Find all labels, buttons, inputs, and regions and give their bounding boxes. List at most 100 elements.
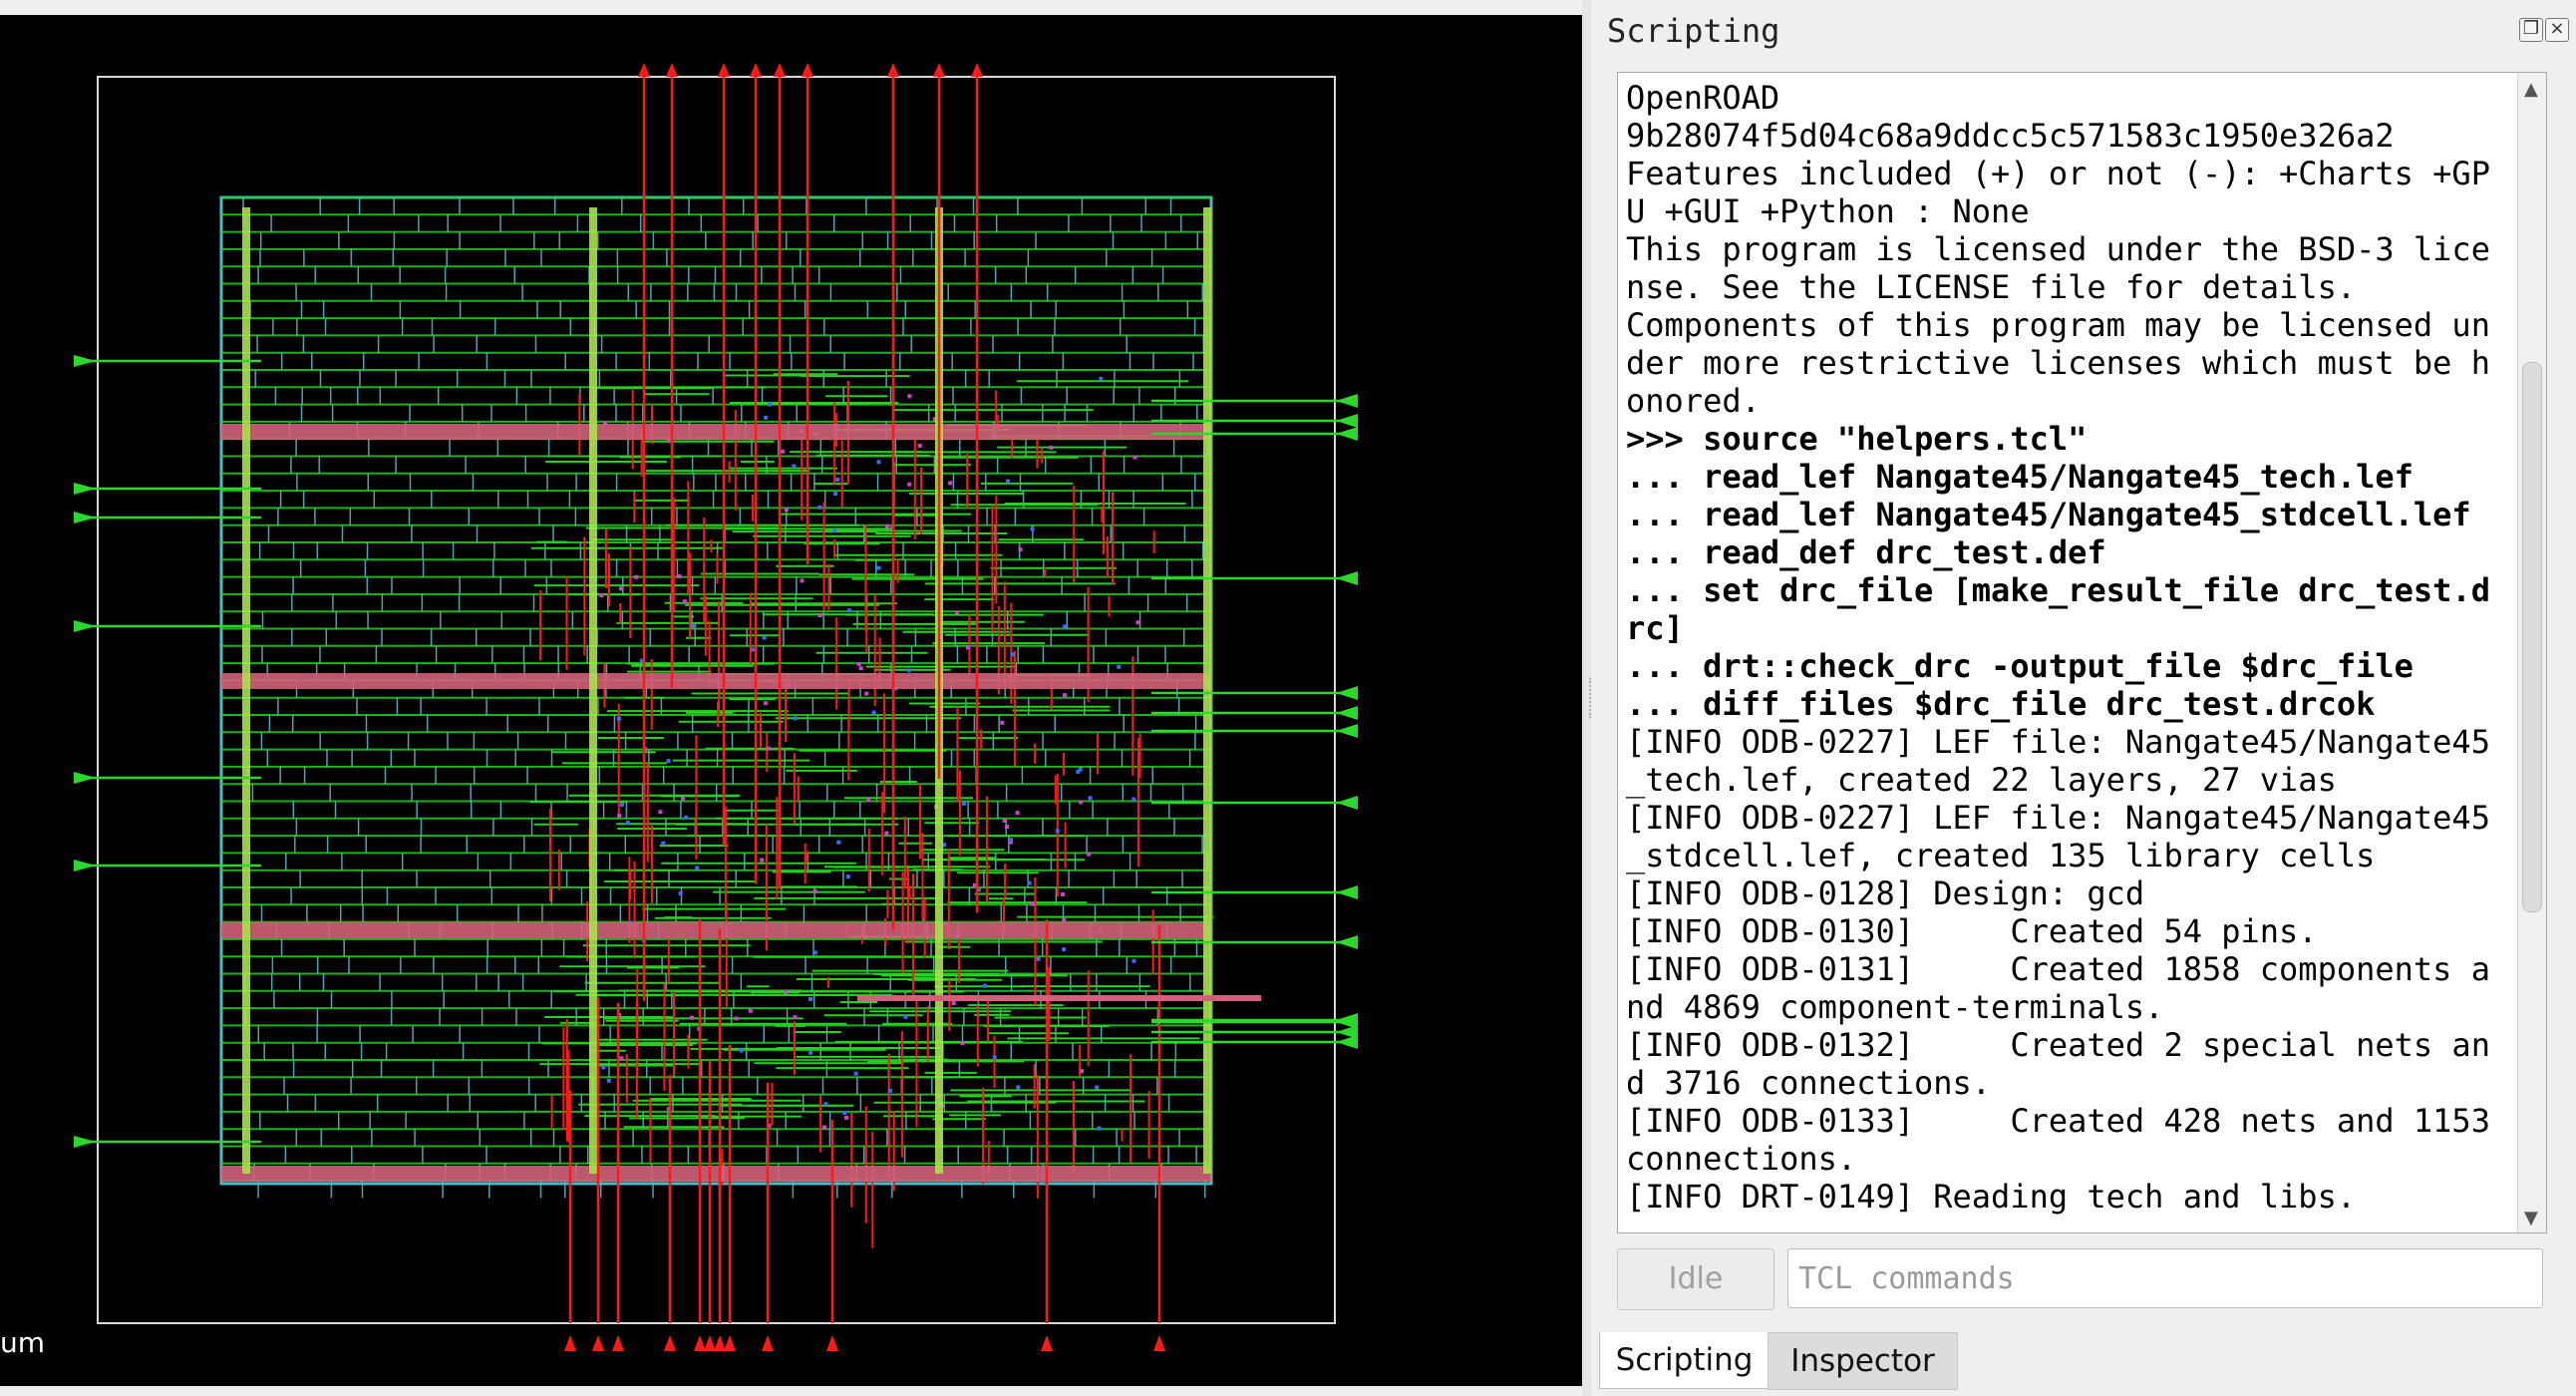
pin-top	[718, 63, 730, 77]
via	[1010, 652, 1015, 657]
pin-bottom	[592, 1335, 604, 1351]
output-line: Components of this program may be licens…	[1626, 306, 2490, 420]
via	[960, 1040, 965, 1045]
via	[1080, 1069, 1084, 1074]
pin-bottom	[1153, 1335, 1165, 1351]
layout-canvas[interactable]	[0, 15, 1582, 1386]
pin-left	[74, 512, 96, 524]
pin-top	[638, 63, 650, 77]
via	[780, 449, 785, 454]
output-line: OpenROAD	[1626, 79, 1780, 117]
pin-top	[666, 63, 678, 77]
via	[1062, 624, 1067, 629]
via	[748, 1008, 753, 1013]
script-output[interactable]: OpenROAD 9b28074f5d04c68a9ddcc5c571583c19…	[1617, 72, 2547, 1233]
pin-bottom	[1041, 1335, 1053, 1351]
via	[680, 796, 685, 801]
pin-bottom	[612, 1335, 624, 1351]
via	[606, 1078, 611, 1083]
via	[917, 443, 922, 448]
pin-right	[1336, 571, 1358, 585]
via	[1018, 547, 1023, 552]
pin-right	[1336, 935, 1358, 949]
via	[906, 668, 911, 673]
output-line: [INFO DRT-0149] Reading tech and libs.	[1626, 1178, 2357, 1216]
pin-right	[1336, 724, 1358, 738]
via	[983, 983, 988, 988]
via	[1097, 1126, 1102, 1131]
via	[844, 1115, 848, 1120]
output-line: ... read_def drc_test.def	[1626, 533, 2106, 571]
via	[695, 866, 700, 871]
via	[1030, 526, 1035, 531]
via	[619, 802, 624, 807]
via	[871, 710, 876, 715]
pin-bottom	[694, 1335, 706, 1351]
via	[1062, 917, 1067, 922]
core-outline	[219, 195, 1213, 1186]
output-line: ... set drc_file [make_result_file drc_t…	[1626, 571, 2490, 647]
power-rail	[221, 424, 1211, 440]
via	[1016, 1085, 1021, 1090]
power-stripe	[242, 207, 250, 1174]
via	[1015, 811, 1020, 816]
via	[1132, 455, 1137, 460]
via	[821, 1125, 826, 1130]
scroll-down-icon[interactable]: ▼	[2524, 1208, 2538, 1228]
pin-left	[74, 355, 96, 367]
output-line: This program is licensed under the BSD-3…	[1626, 230, 2490, 306]
output-line: >>> source "helpers.tcl"	[1626, 420, 2088, 458]
pin-right	[1336, 394, 1358, 408]
via	[619, 1056, 624, 1061]
via	[661, 841, 666, 846]
scroll-thumb[interactable]	[2522, 362, 2542, 912]
via	[817, 505, 822, 510]
idle-button[interactable]: Idle	[1617, 1248, 1774, 1310]
via	[1095, 1085, 1100, 1090]
via	[954, 610, 959, 615]
power-stripe	[1203, 207, 1211, 1174]
via	[948, 481, 953, 486]
via	[853, 1071, 858, 1076]
via	[760, 858, 765, 863]
tcl-command-input[interactable]	[1787, 1248, 2543, 1308]
via	[734, 1016, 739, 1021]
via	[751, 647, 755, 652]
via	[619, 586, 623, 591]
via	[616, 716, 621, 721]
scripting-dock: Scripting ❐ × OpenROAD 9b28074f5d04c68a9d…	[1592, 0, 2576, 1396]
scroll-up-icon[interactable]: ▲	[2524, 79, 2538, 100]
tab-scripting[interactable]: Scripting	[1599, 1332, 1770, 1389]
via	[666, 759, 671, 764]
float-icon[interactable]: ❐	[2519, 18, 2543, 42]
power-rail	[221, 1166, 1211, 1182]
power-stripe	[589, 207, 597, 1174]
via	[876, 565, 881, 570]
tab-inspector[interactable]: Inspector	[1768, 1332, 1958, 1390]
via	[1049, 445, 1054, 450]
via	[625, 821, 630, 826]
output-line: [INFO ODB-0133] Created 428 nets and 115…	[1626, 1102, 2510, 1178]
pin-top	[933, 63, 945, 77]
output-line: 9b28074f5d04c68a9ddcc5c571583c1950e326a2	[1626, 117, 2395, 155]
via	[1002, 818, 1007, 823]
via	[1027, 880, 1032, 885]
close-icon[interactable]: ×	[2545, 18, 2569, 42]
via	[1131, 958, 1136, 963]
dock-title: Scripting	[1607, 12, 1780, 50]
pin-bottom	[826, 1335, 838, 1351]
pin-bottom	[724, 1335, 736, 1351]
via	[1000, 720, 1005, 725]
via	[684, 816, 689, 820]
output-line: [INFO ODB-0128] Design: gcd	[1626, 874, 2145, 912]
pin-top	[971, 63, 983, 77]
via	[1131, 797, 1136, 802]
via	[1005, 479, 1010, 484]
layout-viewer[interactable]: um	[0, 15, 1582, 1386]
output-scrollbar[interactable]: ▲ ▼	[2517, 73, 2546, 1232]
via	[764, 701, 769, 706]
pin-left	[74, 620, 96, 632]
via	[887, 1088, 892, 1093]
pin-right	[1336, 1035, 1358, 1049]
pin-bottom	[664, 1335, 676, 1351]
